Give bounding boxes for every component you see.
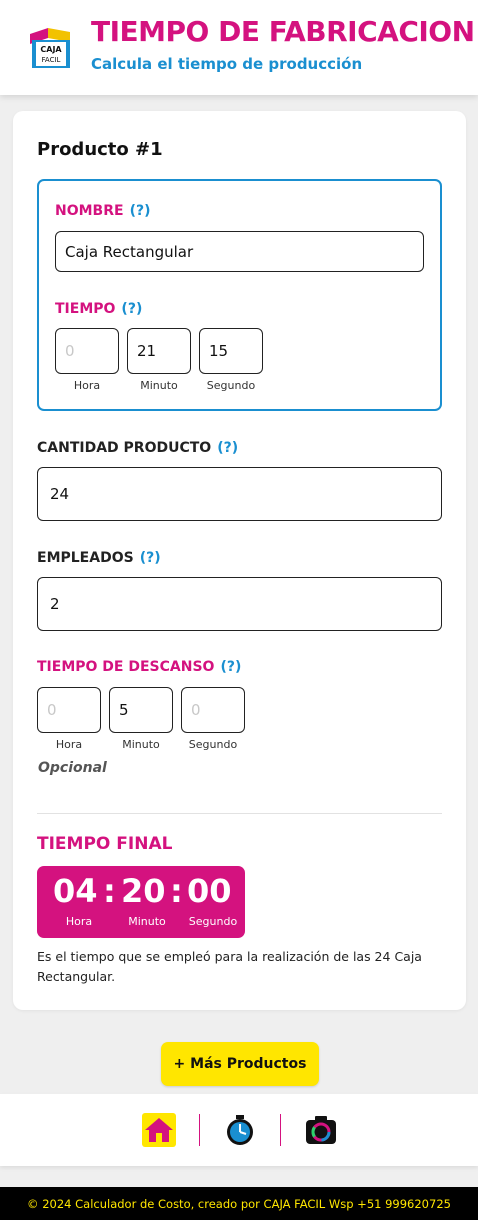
nav-home-button[interactable] bbox=[142, 1113, 176, 1147]
time-label-text: TIEMPO bbox=[55, 301, 116, 317]
final-separator-1: : bbox=[103, 872, 116, 910]
camera-icon bbox=[306, 1116, 336, 1144]
final-description: Es el tiempo que se empleó para la reali… bbox=[37, 949, 422, 984]
employees-help-button[interactable]: (?) bbox=[140, 550, 161, 566]
app-header: CAJA FACIL TIEMPO DE FABRICACION Calcula… bbox=[0, 0, 478, 95]
time-seconds-input[interactable]: 15 bbox=[199, 328, 263, 374]
quantity-input[interactable]: 24 bbox=[37, 467, 442, 521]
quantity-help-button[interactable]: (?) bbox=[217, 440, 238, 456]
break-seconds-input[interactable]: 0 bbox=[181, 687, 245, 733]
nav-timer-button[interactable] bbox=[223, 1113, 257, 1147]
logo-text-bottom: FACIL bbox=[42, 56, 61, 64]
break-minutes-label: Minuto bbox=[122, 738, 160, 751]
page-subtitle: Calcula el tiempo de producción bbox=[91, 55, 363, 73]
break-hours-input[interactable]: 0 bbox=[37, 687, 101, 733]
final-minutes-label: Minuto bbox=[128, 915, 166, 928]
add-product-button[interactable]: + Más Productos bbox=[161, 1042, 319, 1086]
stopwatch-icon bbox=[227, 1115, 253, 1145]
quantity-label-text: CANTIDAD PRODUCTO bbox=[37, 440, 212, 456]
page-title: TIEMPO DE FABRICACION bbox=[91, 15, 475, 48]
break-seconds-label: Segundo bbox=[188, 738, 238, 751]
product-title: Producto #1 bbox=[37, 139, 163, 160]
nav-camera-button[interactable] bbox=[304, 1113, 338, 1147]
name-help-button[interactable]: (?) bbox=[130, 203, 151, 219]
name-label: NOMBRE (?) bbox=[55, 203, 151, 219]
name-label-text: NOMBRE bbox=[55, 203, 124, 219]
product-name-input[interactable]: Caja Rectangular bbox=[55, 231, 424, 272]
break-hours-label: Hora bbox=[55, 738, 83, 751]
final-separator-2: : bbox=[170, 872, 183, 910]
time-help-button[interactable]: (?) bbox=[121, 301, 142, 317]
break-time-label: TIEMPO DE DESCANSO (?) bbox=[37, 659, 241, 675]
bottom-nav bbox=[0, 1094, 478, 1166]
break-minutes-input[interactable]: 5 bbox=[109, 687, 173, 733]
time-hours-input[interactable]: 0 bbox=[55, 328, 119, 374]
final-seconds: 00 bbox=[187, 872, 232, 910]
nav-separator bbox=[280, 1114, 281, 1146]
break-time-help-button[interactable]: (?) bbox=[220, 659, 241, 675]
caja-facil-logo: CAJA FACIL bbox=[30, 28, 70, 68]
time-hours-label: Hora bbox=[73, 379, 101, 392]
time-seconds-label: Segundo bbox=[206, 379, 256, 392]
final-minutes: 20 bbox=[121, 872, 166, 910]
time-minutes-label: Minuto bbox=[140, 379, 178, 392]
final-time-label: TIEMPO FINAL bbox=[37, 834, 173, 854]
product-info-box: NOMBRE (?) Caja Rectangular TIEMPO (?) 0 2… bbox=[37, 179, 442, 411]
optional-note: Opcional bbox=[38, 760, 107, 776]
final-seconds-label: Segundo bbox=[188, 915, 238, 928]
time-minutes-input[interactable]: 21 bbox=[127, 328, 191, 374]
section-divider bbox=[37, 813, 442, 814]
employees-label: EMPLEADOS (?) bbox=[37, 550, 161, 566]
product-card: Producto #1 NOMBRE (?) Caja Rectangular T… bbox=[13, 111, 466, 1010]
logo-text-top: CAJA bbox=[40, 45, 62, 54]
employees-label-text: EMPLEADOS bbox=[37, 550, 134, 566]
final-time-display: 04 : 20 : 00 Hora Minuto Segundo bbox=[37, 866, 245, 938]
final-hours-label: Hora bbox=[65, 915, 93, 928]
final-hours: 04 bbox=[53, 872, 98, 910]
nav-separator bbox=[199, 1114, 200, 1146]
quantity-label: CANTIDAD PRODUCTO (?) bbox=[37, 440, 238, 456]
break-time-label-text: TIEMPO DE DESCANSO bbox=[37, 659, 215, 675]
home-icon bbox=[145, 1118, 173, 1142]
employees-input[interactable]: 2 bbox=[37, 577, 442, 631]
time-label: TIEMPO (?) bbox=[55, 301, 142, 317]
page-footer: © 2024 Calculador de Costo, creado por C… bbox=[0, 1187, 478, 1220]
